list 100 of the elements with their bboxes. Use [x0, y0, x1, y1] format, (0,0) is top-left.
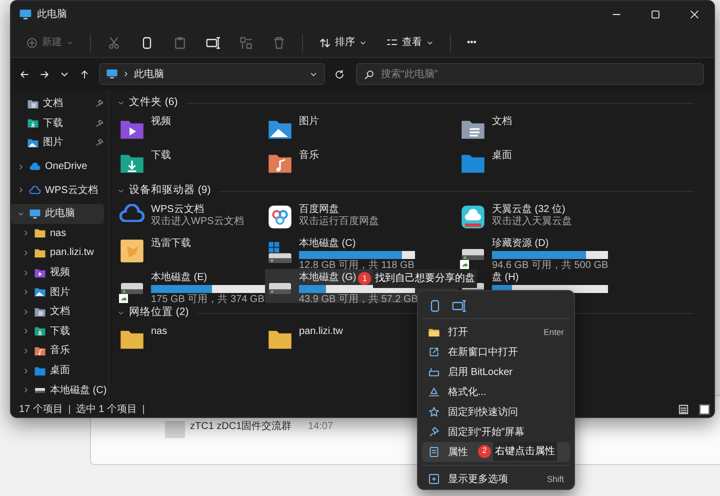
chevron-icon — [22, 346, 30, 355]
close-icon[interactable] — [689, 9, 700, 20]
sidebar-item[interactable]: 下载 — [11, 114, 104, 134]
rename-icon[interactable] — [452, 299, 466, 313]
copy-icon[interactable] — [428, 299, 442, 313]
app-icon — [119, 238, 145, 264]
more-button[interactable]: ••• — [464, 34, 480, 52]
rename-icon[interactable] — [206, 36, 220, 50]
external-link-icon — [428, 346, 440, 358]
sidebar-item[interactable]: 文档 — [11, 94, 104, 114]
maximize-icon[interactable] — [650, 9, 661, 20]
computer-icon — [29, 208, 41, 220]
sidebar-item[interactable]: 视频 — [11, 262, 104, 282]
folder-tile[interactable]: nas — [117, 323, 265, 357]
folder-tile[interactable]: 音乐 — [265, 147, 458, 181]
drive-tile[interactable]: 珍藏资源 (D) 94.6 GB 可用，共 500 GB — [458, 235, 615, 269]
menu-item[interactable]: 在新窗口中打开 — [422, 342, 570, 362]
sidebar-item[interactable]: 音乐 — [11, 341, 104, 361]
sidebar-item[interactable]: OneDrive — [11, 156, 104, 176]
drive-tile[interactable]: 本地磁盘 (E) 175 GB 可用，共 374 GB — [117, 269, 265, 303]
folder-tile[interactable]: 桌面 — [458, 147, 615, 181]
window-title: 此电脑 — [37, 8, 67, 22]
app-tile[interactable]: 迅雷下载 — [117, 235, 265, 269]
drive-icon — [460, 249, 486, 260]
drive-icon — [119, 283, 145, 294]
chevron-icon — [22, 229, 30, 238]
drive-icon — [267, 283, 293, 294]
sidebar-item[interactable]: 此电脑 — [11, 204, 104, 224]
drive-icon — [267, 242, 293, 263]
section-heading: 设备和驱动器 (9) — [129, 183, 211, 198]
sort-button[interactable]: 排序 — [316, 33, 370, 52]
chevron-icon — [22, 268, 30, 277]
search-icon — [364, 68, 375, 80]
sidebar-item[interactable]: 图片 — [11, 133, 104, 153]
section-heading: 网络位置 (2) — [129, 305, 189, 320]
search-field[interactable]: 搜索“此电脑” — [356, 63, 704, 85]
folder-icon — [428, 326, 440, 338]
cloud-icon — [29, 186, 41, 194]
chevron-icon — [22, 386, 30, 394]
copy-icon[interactable] — [140, 36, 154, 50]
view-button[interactable]: 查看 — [383, 33, 437, 52]
sidebar-item[interactable]: 本地磁盘 (C) — [11, 380, 104, 400]
pin-icon — [95, 99, 104, 108]
computer-icon — [106, 68, 118, 80]
folder-tile[interactable]: 图片 — [265, 113, 458, 147]
refresh-icon[interactable] — [334, 68, 345, 80]
forward-icon[interactable] — [39, 68, 50, 80]
sidebar-item[interactable]: nas — [11, 224, 104, 244]
sidebar-item[interactable]: 文档 — [11, 302, 104, 322]
properties-icon — [428, 446, 440, 458]
section-heading: 文件夹 (6) — [129, 95, 178, 110]
folder-tile[interactable]: 文档 — [458, 113, 615, 147]
download-folder-icon — [34, 325, 46, 338]
collapse-icon[interactable] — [117, 99, 125, 107]
tiles-view-icon[interactable] — [699, 404, 710, 414]
back-icon[interactable] — [19, 68, 30, 80]
sidebar-item[interactable]: 桌面 — [11, 360, 104, 380]
menu-item[interactable]: 格式化... — [422, 382, 570, 402]
address-bar[interactable]: 此电脑 — [99, 63, 325, 85]
drive-tile[interactable]: 本地磁盘 (C) 12.8 GB 可用，共 118 GB — [265, 235, 458, 269]
chevron-icon — [22, 327, 30, 336]
up-arrow-icon[interactable] — [79, 68, 90, 80]
chevron-icon — [17, 186, 25, 194]
menu-item[interactable]: 启用 BitLocker — [422, 362, 570, 382]
chat-title[interactable]: zTC1 zDC1固件交流群 — [190, 419, 292, 434]
app-tile[interactable]: WPS云文档 双击进入WPS云文档 — [117, 201, 265, 235]
music-folder-icon — [34, 344, 46, 357]
download-folder-icon — [27, 117, 39, 130]
pin-icon — [95, 138, 104, 148]
sidebar-item[interactable]: 下载 — [11, 322, 104, 342]
folder-icon — [34, 246, 46, 259]
video-folder-icon — [34, 266, 46, 279]
chevron-icon — [17, 162, 25, 171]
cloud-icon — [119, 204, 145, 222]
sidebar-item[interactable]: pan.lizi.tw — [11, 243, 104, 263]
app-tile[interactable]: 百度网盘 双击运行百度网盘 — [265, 201, 458, 235]
chevron-icon — [122, 70, 130, 78]
folder-icon — [34, 227, 46, 240]
more-options-icon — [428, 473, 440, 485]
documents-folder-icon — [34, 306, 46, 318]
menu-item[interactable]: 打开 Enter — [422, 322, 570, 342]
item-count: 17 个项目 — [19, 402, 63, 416]
annotation-tooltip: 找到自己想要分享的盘 — [373, 269, 478, 288]
menu-item[interactable]: 固定到“开始”屏幕 — [422, 422, 570, 442]
sidebar-item[interactable]: WPS云文档 — [11, 180, 104, 200]
computer-icon — [19, 8, 32, 21]
selection-count: 选中 1 个项目 — [76, 402, 138, 416]
sidebar-item[interactable]: 图片 — [11, 282, 104, 302]
app-tile[interactable]: 天翼云盘 (32 位) 双击进入天翼云盘 — [458, 201, 615, 235]
menu-item[interactable]: 显示更多选项 Shift — [422, 469, 570, 489]
desktop-folder-icon — [34, 364, 46, 377]
chevron-icon — [22, 308, 30, 316]
folder-tile[interactable]: 视频 — [117, 113, 265, 147]
menu-item[interactable]: 固定到快速访问 — [422, 402, 570, 422]
shortcut-label: Shift — [546, 472, 564, 486]
details-view-icon[interactable] — [678, 404, 689, 414]
pin-icon — [95, 118, 104, 128]
collapse-icon[interactable] — [117, 309, 125, 317]
folder-tile[interactable]: 下载 — [117, 147, 265, 181]
collapse-icon[interactable] — [117, 187, 125, 195]
